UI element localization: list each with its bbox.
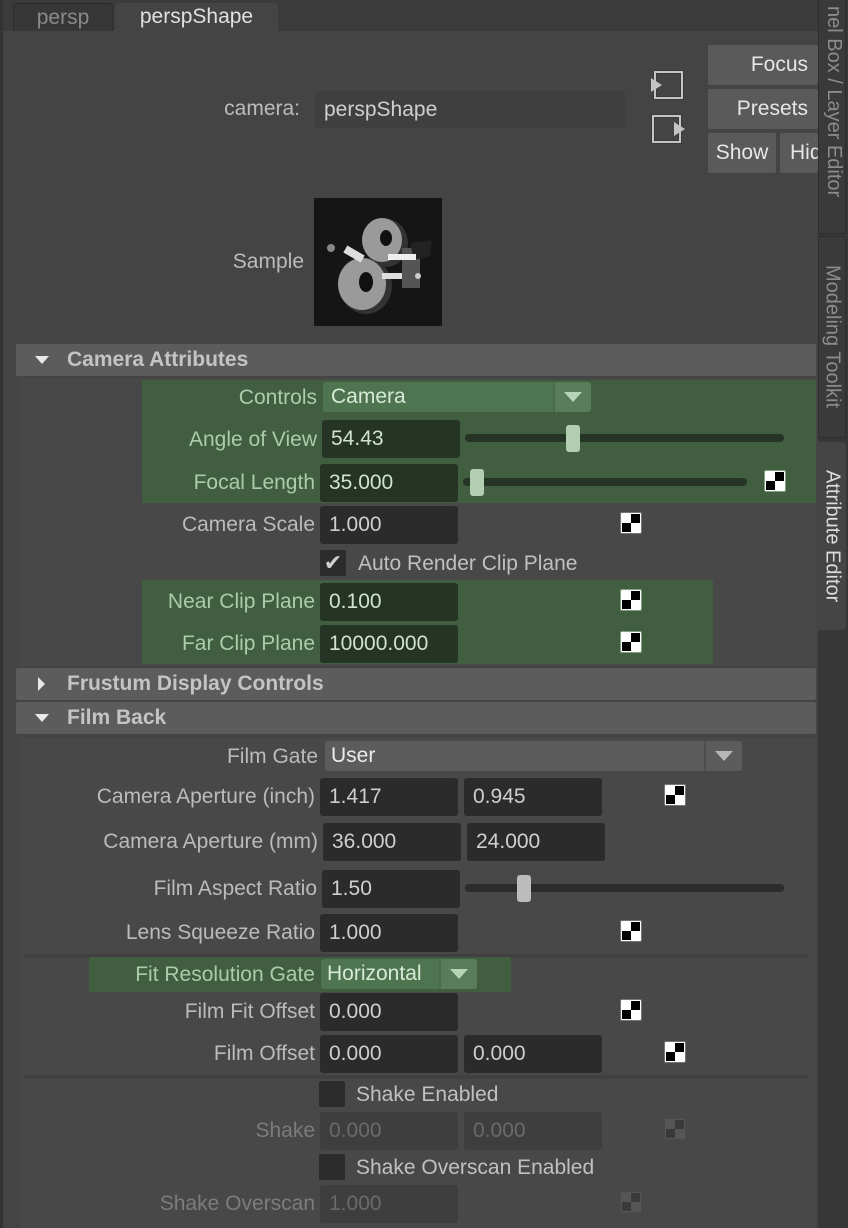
- dock-tab-channel-box[interactable]: nel Box / Layer Editor: [818, 0, 846, 234]
- near-clip-label: Near Clip Plane: [167, 590, 315, 613]
- collapse-arrow-icon: [34, 356, 49, 364]
- angle-of-view-label: Angle of View: [188, 428, 317, 451]
- lens-squeeze-field[interactable]: 1.000: [320, 914, 458, 952]
- fit-resolution-gate-value: Horizontal: [327, 962, 422, 985]
- shake-enabled-checkbox[interactable]: [319, 1081, 345, 1107]
- camera-scale-label: Camera Scale: [181, 513, 315, 536]
- focal-length-field[interactable]: 35.000: [320, 464, 458, 502]
- focal-length-label: Focal Length: [193, 471, 315, 494]
- film-gate-dropdown[interactable]: User: [325, 741, 742, 771]
- auto-render-clip-checkbox[interactable]: ✔: [320, 550, 346, 576]
- shake-overscan-field: 1.000: [320, 1185, 458, 1223]
- sample-label: Sample: [232, 250, 304, 273]
- aperture-inch-y-field[interactable]: 0.945: [464, 778, 602, 816]
- input-connection-icon[interactable]: [650, 68, 684, 102]
- shake-overscan-enabled-label: Shake Overscan Enabled: [356, 1156, 595, 1179]
- shake-overscan-enabled-checkbox[interactable]: [319, 1154, 345, 1180]
- aperture-inch-map-button[interactable]: [664, 784, 686, 806]
- section-title: Frustum Display Controls: [67, 672, 324, 695]
- presets-button[interactable]: Presets: [708, 89, 818, 129]
- fit-resolution-gate-label: Fit Resolution Gate: [135, 963, 315, 986]
- dock-tab-label: Modeling Toolkit: [821, 265, 844, 409]
- aperture-mm-label: Camera Aperture (mm): [103, 830, 318, 853]
- lens-squeeze-label: Lens Squeeze Ratio: [125, 921, 315, 944]
- film-gate-value: User: [331, 744, 376, 767]
- aperture-mm-x-field[interactable]: 36.000: [323, 823, 461, 861]
- camera-scale-map-button[interactable]: [620, 512, 642, 534]
- film-fit-offset-field[interactable]: 0.000: [320, 993, 458, 1031]
- chevron-down-icon: [564, 392, 582, 402]
- focal-length-map-button[interactable]: [764, 470, 786, 492]
- output-connection-icon[interactable]: [651, 112, 685, 146]
- auto-render-clip-label: Auto Render Clip Plane: [358, 552, 578, 575]
- angle-of-view-slider-handle[interactable]: [565, 425, 580, 452]
- near-clip-map-button[interactable]: [620, 589, 642, 611]
- film-offset-label: Film Offset: [213, 1042, 315, 1065]
- camera-label: camera:: [224, 97, 300, 120]
- aperture-inch-label: Camera Aperture (inch): [96, 785, 315, 808]
- lens-squeeze-map-button[interactable]: [620, 920, 642, 942]
- film-aspect-slider-handle[interactable]: [516, 875, 531, 902]
- dock-tab-attribute-editor[interactable]: Attribute Editor: [818, 442, 846, 630]
- controls-label: Controls: [238, 386, 317, 409]
- tab-bar: persp perspShape: [3, 0, 818, 31]
- angle-of-view-field[interactable]: 54.43: [322, 420, 460, 458]
- aperture-mm-y-field[interactable]: 24.000: [467, 823, 605, 861]
- film-aspect-field[interactable]: 1.50: [322, 870, 460, 908]
- film-offset-x-field[interactable]: 0.000: [320, 1035, 458, 1073]
- expand-arrow-icon: [38, 677, 45, 691]
- section-frustum-display-controls[interactable]: Frustum Display Controls: [16, 668, 816, 700]
- film-offset-map-button[interactable]: [664, 1041, 686, 1063]
- camera-scale-field[interactable]: 1.000: [320, 506, 458, 544]
- film-offset-y-field[interactable]: 0.000: [464, 1035, 602, 1073]
- film-fit-offset-map-button[interactable]: [620, 999, 642, 1021]
- checkmark-icon: ✔: [323, 550, 343, 575]
- dock-tab-modeling-toolkit[interactable]: Modeling Toolkit: [818, 236, 846, 438]
- film-fit-offset-label: Film Fit Offset: [184, 1000, 315, 1023]
- dock-tab-label: nel Box / Layer Editor: [823, 6, 845, 198]
- camera-icon: [327, 218, 432, 314]
- controls-dropdown[interactable]: Camera: [323, 382, 591, 412]
- film-aspect-label: Film Aspect Ratio: [153, 877, 317, 900]
- dock-tab-label: Attribute Editor: [821, 469, 844, 603]
- section-title: Film Back: [67, 706, 167, 729]
- camera-sample-swatch: [314, 198, 442, 326]
- tab-perspshape[interactable]: perspShape: [115, 3, 278, 31]
- section-camera-attributes[interactable]: Camera Attributes: [16, 344, 816, 376]
- shake-y-field: 0.000: [464, 1112, 602, 1150]
- near-clip-field[interactable]: 0.100: [320, 583, 458, 621]
- film-gate-label: Film Gate: [226, 745, 318, 768]
- dock-tab-strip: nel Box / Layer Editor Modeling Toolkit …: [818, 0, 848, 1228]
- far-clip-field[interactable]: 10000.000: [320, 625, 458, 663]
- show-button[interactable]: Show: [708, 133, 776, 173]
- angle-of-view-slider-track[interactable]: [465, 434, 784, 442]
- chevron-down-icon: [715, 751, 733, 761]
- focus-button[interactable]: Focus: [708, 45, 818, 85]
- shake-overscan-label: Shake Overscan: [159, 1192, 315, 1215]
- controls-value: Camera: [331, 385, 406, 408]
- shake-x-field: 0.000: [320, 1112, 458, 1150]
- section-title: Camera Attributes: [67, 348, 249, 371]
- focal-length-slider-track[interactable]: [463, 478, 747, 486]
- tab-persp[interactable]: persp: [13, 3, 113, 31]
- far-clip-map-button[interactable]: [620, 631, 642, 653]
- shake-enabled-label: Shake Enabled: [356, 1083, 499, 1106]
- collapse-arrow-icon: [34, 714, 49, 722]
- chevron-down-icon: [450, 969, 468, 979]
- shake-map-button: [664, 1118, 686, 1140]
- hide-button[interactable]: Hide: [780, 133, 818, 173]
- far-clip-label: Far Clip Plane: [181, 632, 315, 655]
- shake-overscan-map-button: [620, 1191, 642, 1213]
- focal-length-slider-handle[interactable]: [470, 469, 485, 496]
- aperture-inch-x-field[interactable]: 1.417: [320, 778, 458, 816]
- camera-name-field[interactable]: perspShape: [315, 91, 625, 128]
- section-film-back[interactable]: Film Back: [16, 702, 816, 734]
- divider: [24, 1075, 808, 1079]
- film-aspect-slider-track[interactable]: [465, 884, 784, 892]
- shake-label: Shake: [255, 1119, 315, 1142]
- fit-resolution-gate-dropdown[interactable]: Horizontal: [321, 959, 477, 989]
